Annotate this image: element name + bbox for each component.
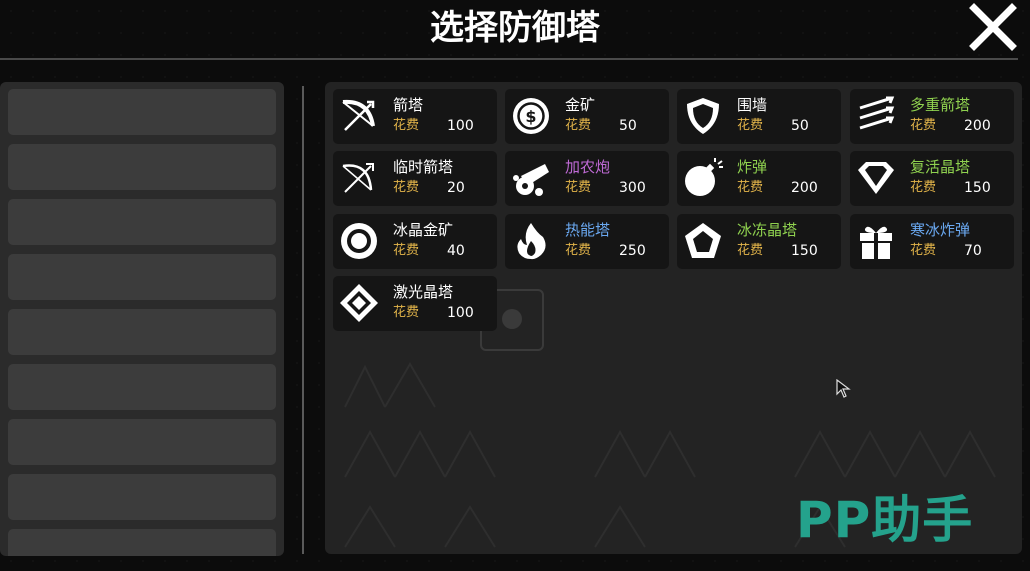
- cost-label: 花费: [910, 243, 937, 258]
- tower-card-freeze-crystal[interactable]: 冰冻晶塔 花费 150: [677, 214, 841, 269]
- tower-cost: 50: [619, 118, 637, 134]
- cost-label: 花费: [565, 118, 592, 133]
- shield-icon: [683, 96, 723, 136]
- tower-card-multi-arrow[interactable]: 多重箭塔 花费 200: [850, 89, 1014, 144]
- bow-icon: [339, 96, 379, 136]
- gem-icon: [856, 158, 896, 198]
- tower-cost: 70: [964, 243, 982, 259]
- cost-label: 花费: [565, 180, 592, 195]
- tower-card-wall[interactable]: 围墙 花费 50: [677, 89, 841, 144]
- svg-text:$: $: [525, 107, 536, 126]
- coin-icon: $: [511, 96, 551, 136]
- tower-name: 金矿: [565, 96, 596, 114]
- close-button[interactable]: [968, 2, 1018, 52]
- cost-label: 花费: [737, 118, 764, 133]
- tower-cost: 300: [619, 180, 646, 196]
- tower-cost: 150: [964, 180, 991, 196]
- panel-divider: [302, 86, 304, 554]
- bomb-icon: [683, 158, 723, 198]
- tower-name: 冰冻晶塔: [737, 221, 798, 239]
- tower-cost: 250: [619, 243, 646, 259]
- page-title: 选择防御塔: [430, 8, 600, 48]
- tower-card-ice-bomb[interactable]: 寒冰炸弹 花费 70: [850, 214, 1014, 269]
- ring-icon: [339, 221, 379, 261]
- tower-cost: 200: [964, 118, 991, 134]
- tower-card-temp-arrow[interactable]: 临时箭塔 花费 20: [333, 151, 497, 206]
- tower-name: 复活晶塔: [910, 158, 971, 176]
- tower-slot[interactable]: [8, 474, 276, 520]
- tower-cost: 100: [447, 305, 474, 321]
- tower-name: 围墙: [737, 96, 768, 114]
- tower-card-thermal[interactable]: 热能塔 花费 250: [505, 214, 669, 269]
- cost-label: 花费: [393, 243, 420, 258]
- tower-name: 加农炮: [565, 158, 611, 176]
- tower-card-goldmine[interactable]: $ 金矿 花费 50: [505, 89, 669, 144]
- tower-name: 热能塔: [565, 221, 611, 239]
- tower-name: 临时箭塔: [393, 158, 454, 176]
- close-icon: [969, 3, 1017, 51]
- tower-slot[interactable]: [8, 529, 276, 556]
- cost-label: 花费: [393, 118, 420, 133]
- cost-label: 花费: [910, 118, 937, 133]
- cost-label: 花费: [565, 243, 592, 258]
- pentagon-icon: [683, 221, 723, 261]
- tower-slot[interactable]: [8, 89, 276, 135]
- tower-slot[interactable]: [8, 199, 276, 245]
- cost-label: 花费: [910, 180, 937, 195]
- tower-slot[interactable]: [8, 419, 276, 465]
- tower-cost: 100: [447, 118, 474, 134]
- tower-cost: 150: [791, 243, 818, 259]
- cost-label: 花费: [737, 180, 764, 195]
- tower-card-arrow[interactable]: 箭塔 花费 100: [333, 89, 497, 144]
- tower-card-laser-crystal[interactable]: 激光晶塔 花费 100: [333, 276, 497, 331]
- tower-card-revive-crystal[interactable]: 复活晶塔 花费 150: [850, 151, 1014, 206]
- tower-card-bomb[interactable]: 炸弹 花费 200: [677, 151, 841, 206]
- gift-icon: [856, 221, 896, 261]
- flame-icon: [511, 221, 551, 261]
- cursor-icon: [836, 379, 851, 398]
- tower-name: 箭塔: [393, 96, 424, 114]
- tower-name: 冰晶金矿: [393, 221, 454, 239]
- tower-name: 寒冰炸弹: [910, 221, 971, 239]
- selected-towers-panel: [0, 82, 284, 556]
- tower-name: 多重箭塔: [910, 96, 971, 114]
- tower-card-ice-goldmine[interactable]: 冰晶金矿 花费 40: [333, 214, 497, 269]
- tower-name: 炸弹: [737, 158, 768, 176]
- tower-card-cannon[interactable]: 加农炮 花费 300: [505, 151, 669, 206]
- tower-cost: 40: [447, 243, 465, 259]
- cost-label: 花费: [393, 180, 420, 195]
- tower-slot[interactable]: [8, 364, 276, 410]
- watermark-logo: PP助手: [796, 491, 974, 549]
- cannon-icon: [511, 158, 551, 198]
- tower-cost: 200: [791, 180, 818, 196]
- tower-cost: 20: [447, 180, 465, 196]
- tower-cost: 50: [791, 118, 809, 134]
- diamond-icon: [339, 283, 379, 323]
- cost-label: 花费: [737, 243, 764, 258]
- tower-slot[interactable]: [8, 309, 276, 355]
- header-divider: [0, 58, 1018, 60]
- tower-slot[interactable]: [8, 144, 276, 190]
- tower-slot[interactable]: [8, 254, 276, 300]
- cost-label: 花费: [393, 305, 420, 320]
- multi-arrow-icon: [856, 96, 896, 136]
- tower-name: 激光晶塔: [393, 283, 454, 301]
- bow-outline-icon: [339, 158, 379, 198]
